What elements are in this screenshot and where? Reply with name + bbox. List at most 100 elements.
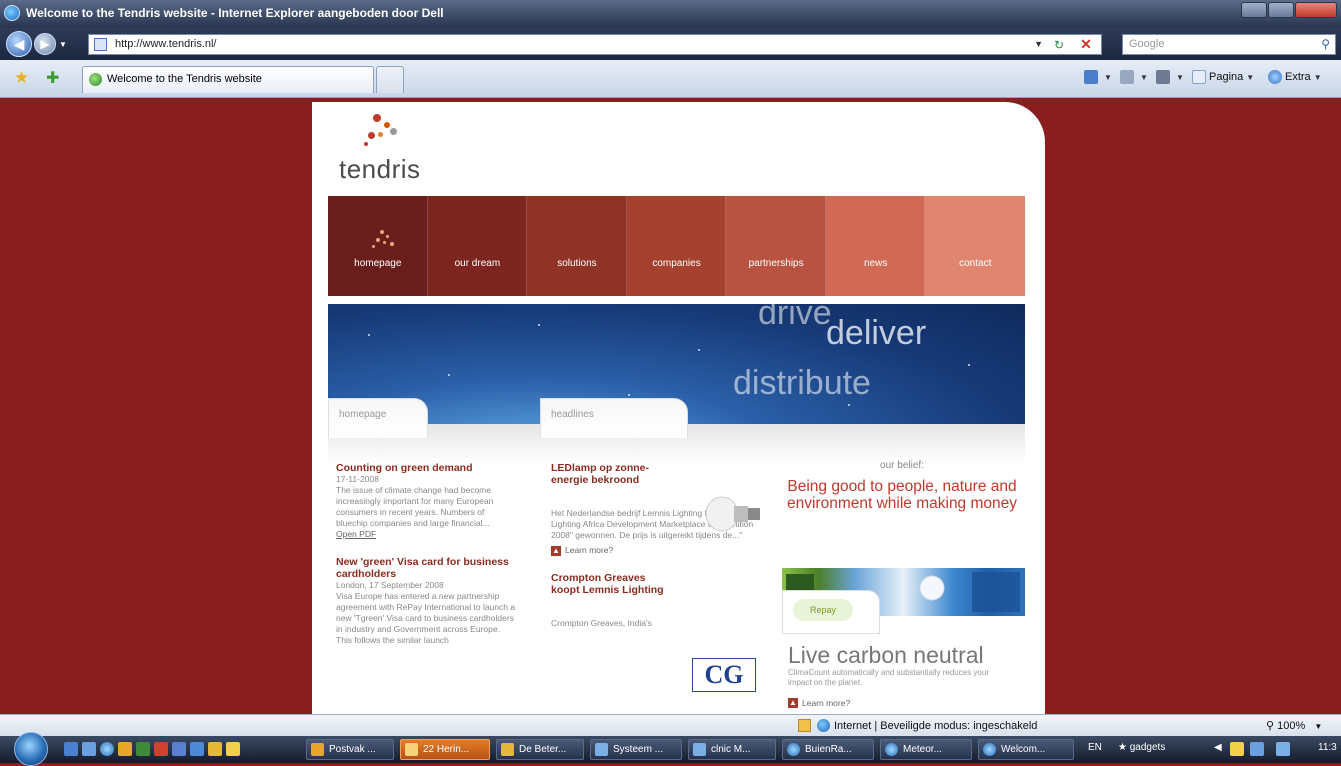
app-quicklaunch-icon[interactable] — [136, 742, 150, 756]
taskbar-button[interactable]: clnic M... — [688, 739, 776, 760]
banner-word-drive: drive — [758, 304, 832, 332]
taskbar-button[interactable]: BuienRa... — [782, 739, 874, 760]
back-button[interactable]: ◀ — [6, 31, 32, 57]
stop-icon[interactable]: ✕ — [1077, 36, 1095, 53]
pagina-menu[interactable]: Pagina ▼ — [1192, 70, 1254, 84]
print-command[interactable]: ▼ — [1156, 70, 1184, 84]
app-icon — [595, 743, 608, 756]
tendris-logo-dots-icon — [364, 110, 424, 160]
clock[interactable]: 11:3 — [1318, 742, 1337, 753]
extra-menu[interactable]: Extra ▼ — [1268, 70, 1322, 84]
nav-companies[interactable]: companies — [626, 196, 727, 296]
news-title[interactable]: New 'green' Visa card for business cardh… — [336, 556, 518, 580]
internet-globe-icon — [817, 719, 830, 732]
start-button[interactable] — [14, 732, 48, 766]
open-pdf-link[interactable]: Open PDF — [336, 529, 518, 540]
ie-quicklaunch-icon[interactable] — [100, 742, 114, 756]
tab-welcome[interactable]: Welcome to the Tendris website — [82, 66, 374, 93]
gadgets-label: gadgets — [1129, 742, 1166, 753]
refresh-icon[interactable]: ↻ — [1050, 36, 1068, 53]
show-desktop-icon[interactable] — [64, 742, 78, 756]
taskbar-button[interactable]: Welcom... — [978, 739, 1074, 760]
switch-windows-icon[interactable] — [82, 742, 96, 756]
taskbar-button[interactable]: Postvak ... — [306, 739, 394, 760]
nav-news[interactable]: news — [825, 196, 926, 296]
feeds-icon — [1120, 70, 1134, 84]
security-zone[interactable]: Internet | Beveiligde modus: ingeschakel… — [798, 719, 1037, 732]
app-quicklaunch-icon[interactable] — [172, 742, 186, 756]
banner-word-deliver: deliver — [826, 314, 927, 352]
taskbar-button[interactable]: 22 Herin... — [400, 739, 490, 760]
url-text: http://www.tendris.nl/ — [115, 38, 217, 50]
zoom-control[interactable]: ⚲ 100% ▼ — [1266, 719, 1322, 732]
home-dots-icon — [368, 230, 398, 252]
page-icon — [1192, 70, 1206, 84]
repay-card[interactable]: Repay — [782, 590, 880, 634]
taskbar-label: Meteor... — [903, 744, 942, 755]
tray-expand-icon[interactable]: ◀ — [1214, 742, 1222, 753]
taskbar-button[interactable]: De Beter... — [496, 739, 584, 760]
network-icon[interactable] — [1250, 742, 1264, 756]
app-quicklaunch-icon[interactable] — [208, 742, 222, 756]
headline-title[interactable]: Crompton Greaves koopt Lemnis Lighting — [551, 572, 669, 596]
search-icon[interactable]: ⚲ — [1321, 35, 1330, 54]
ie-icon — [983, 743, 996, 756]
windows-taskbar: Postvak ... 22 Herin... De Beter... Syst… — [0, 732, 1341, 766]
forward-button[interactable]: ▶ — [34, 33, 56, 55]
app-quicklaunch-icon[interactable] — [154, 742, 168, 756]
add-favorites-icon[interactable]: ✚ — [46, 68, 59, 88]
news-body: Visa Europe has entered a new partnershi… — [336, 591, 516, 645]
gadgets-icon: ★ — [1118, 742, 1127, 753]
popup-blocker-icon[interactable] — [798, 719, 811, 732]
nav-partnerships[interactable]: partnerships — [726, 196, 826, 296]
belief-label: our belief: — [880, 460, 924, 471]
news-body: The issue of climate change had become i… — [336, 485, 494, 528]
taskbar-label: clnic M... — [711, 744, 751, 755]
nav-homepage[interactable]: homepage — [328, 196, 428, 296]
tab-homepage[interactable]: homepage — [328, 398, 428, 438]
app-icon — [405, 743, 418, 756]
learn-more-label: Learn more? — [565, 545, 614, 555]
tray-app-icon[interactable] — [1230, 742, 1244, 756]
news-title[interactable]: Counting on green demand — [336, 462, 518, 474]
tendris-logo[interactable]: tendris — [339, 154, 421, 185]
lcn-learn-more-link[interactable]: ▲ Learn more? — [788, 698, 850, 708]
volume-icon[interactable] — [1276, 742, 1290, 756]
feeds-command[interactable]: ▼ — [1120, 70, 1148, 84]
nav-our-dream[interactable]: our dream — [427, 196, 528, 296]
recent-pages-dropdown[interactable]: ▼ — [59, 40, 67, 49]
minimize-button[interactable] — [1241, 2, 1267, 18]
live-carbon-neutral-title[interactable]: Live carbon neutral — [788, 642, 984, 669]
close-button[interactable] — [1295, 2, 1337, 18]
zoom-value: 100% — [1277, 720, 1306, 732]
search-placeholder: Google — [1129, 38, 1165, 50]
learn-more-link[interactable]: ▲ Learn more? — [551, 545, 769, 556]
nav-solutions[interactable]: solutions — [527, 196, 627, 296]
home-command[interactable]: ▼ — [1084, 70, 1112, 84]
app-quicklaunch-icon[interactable] — [190, 742, 204, 756]
window-title: Welcome to the Tendris website - Interne… — [26, 6, 444, 20]
address-dropdown-icon[interactable]: ▼ — [1034, 35, 1043, 54]
nav-contact[interactable]: contact — [925, 196, 1026, 296]
page-icon — [94, 38, 107, 51]
language-indicator[interactable]: EN — [1088, 742, 1102, 753]
zoom-dropdown-icon[interactable]: ▼ — [1314, 722, 1322, 731]
search-input[interactable]: Google ⚲ — [1122, 34, 1336, 55]
new-tab-button[interactable] — [376, 66, 404, 93]
tab-headlines[interactable]: headlines — [540, 398, 688, 438]
news-date: London, 17 September 2008 — [336, 580, 444, 590]
taskbar-button[interactable]: Systeem ... — [590, 739, 682, 760]
favorites-star-icon[interactable]: ★ — [14, 68, 29, 88]
address-toolbar: ◀ ▶ ▼ http://www.tendris.nl/ ▼ ↻ ✕ Googl… — [0, 28, 1341, 60]
folder-quicklaunch-icon[interactable] — [118, 742, 132, 756]
window-title-bar: Welcome to the Tendris website - Interne… — [0, 0, 1341, 28]
ie-icon — [885, 743, 898, 756]
tendris-page: tendris homepage our dream solutions com… — [312, 102, 1045, 714]
gadgets-button[interactable]: ★ gadgets — [1118, 742, 1165, 753]
taskbar-button[interactable]: Meteor... — [880, 739, 972, 760]
extra-label: Extra — [1285, 71, 1311, 83]
app-quicklaunch-icon[interactable] — [226, 742, 240, 756]
maximize-button[interactable] — [1268, 2, 1294, 18]
address-input[interactable]: http://www.tendris.nl/ ▼ ↻ ✕ — [88, 34, 1102, 55]
headline-title[interactable]: LEDlamp op zonne-energie bekroond — [551, 462, 669, 486]
